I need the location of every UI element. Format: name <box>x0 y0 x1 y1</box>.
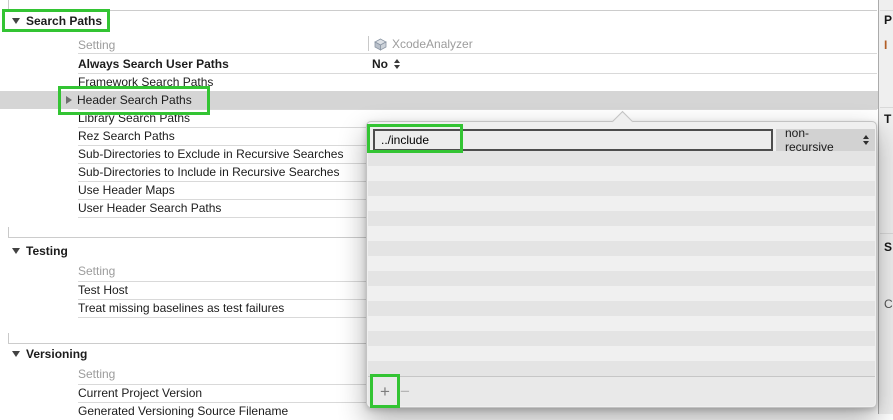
disclosure-down-icon <box>12 351 20 357</box>
stepper-icon[interactable] <box>394 59 400 69</box>
section-title: Versioning <box>26 347 87 361</box>
section-header-testing[interactable]: Testing <box>12 243 68 259</box>
setting-value[interactable]: No <box>372 55 400 73</box>
recursion-value: non-recursive <box>785 126 857 154</box>
column-divider <box>368 36 369 51</box>
setting-label: Test Host <box>78 281 128 299</box>
setting-label: Rez Search Paths <box>78 127 175 145</box>
clipped-label: P <box>884 13 892 27</box>
clipped-label: C <box>884 297 893 311</box>
header-search-paths-popover: ../include non-recursive + − <box>366 121 877 408</box>
right-inspector-panel-clipped: P I T S C <box>878 0 893 414</box>
recursion-dropdown[interactable]: non-recursive <box>776 129 875 151</box>
setting-label: Treat missing baselines as test failures <box>78 299 284 317</box>
section-divider <box>8 10 877 11</box>
section-border-stub <box>8 333 9 343</box>
setting-label: Sub-Directories to Exclude in Recursive … <box>78 145 343 163</box>
section-title: Testing <box>26 244 68 258</box>
xcode-target-icon <box>374 38 387 51</box>
clipped-label: I <box>884 38 887 52</box>
clipped-label: S <box>884 240 892 254</box>
path-list[interactable] <box>368 151 875 376</box>
setting-label: Sub-Directories to Include in Recursive … <box>78 163 339 181</box>
clipped-label: T <box>884 112 891 126</box>
setting-label: Current Project Version <box>78 384 202 402</box>
disclosure-down-icon <box>12 248 20 254</box>
annotation-box-add-button <box>370 374 400 408</box>
settings-row-always-search-user-paths[interactable]: Always Search User Paths No <box>0 55 878 73</box>
section-border-stub <box>8 227 9 237</box>
setting-label: User Header Search Paths <box>78 199 221 217</box>
target-name: XcodeAnalyzer <box>392 36 473 52</box>
annotation-box-header-search-paths <box>58 86 210 115</box>
column-header-setting: Setting <box>78 263 115 279</box>
setting-label: Always Search User Paths <box>78 55 229 73</box>
dropdown-stepper-icon <box>863 135 869 145</box>
column-header-target[interactable]: XcodeAnalyzer <box>374 36 473 52</box>
annotation-box-search-paths <box>2 9 110 32</box>
setting-label: Generated Versioning Source Filename <box>78 402 288 420</box>
setting-label: Use Header Maps <box>78 181 175 199</box>
column-header-setting: Setting <box>78 366 115 382</box>
value-text: No <box>372 55 388 73</box>
section-header-versioning[interactable]: Versioning <box>12 346 87 362</box>
popover-toolbar: + − <box>368 376 875 406</box>
column-header-setting: Setting <box>78 37 115 53</box>
annotation-box-include-path <box>367 124 463 153</box>
